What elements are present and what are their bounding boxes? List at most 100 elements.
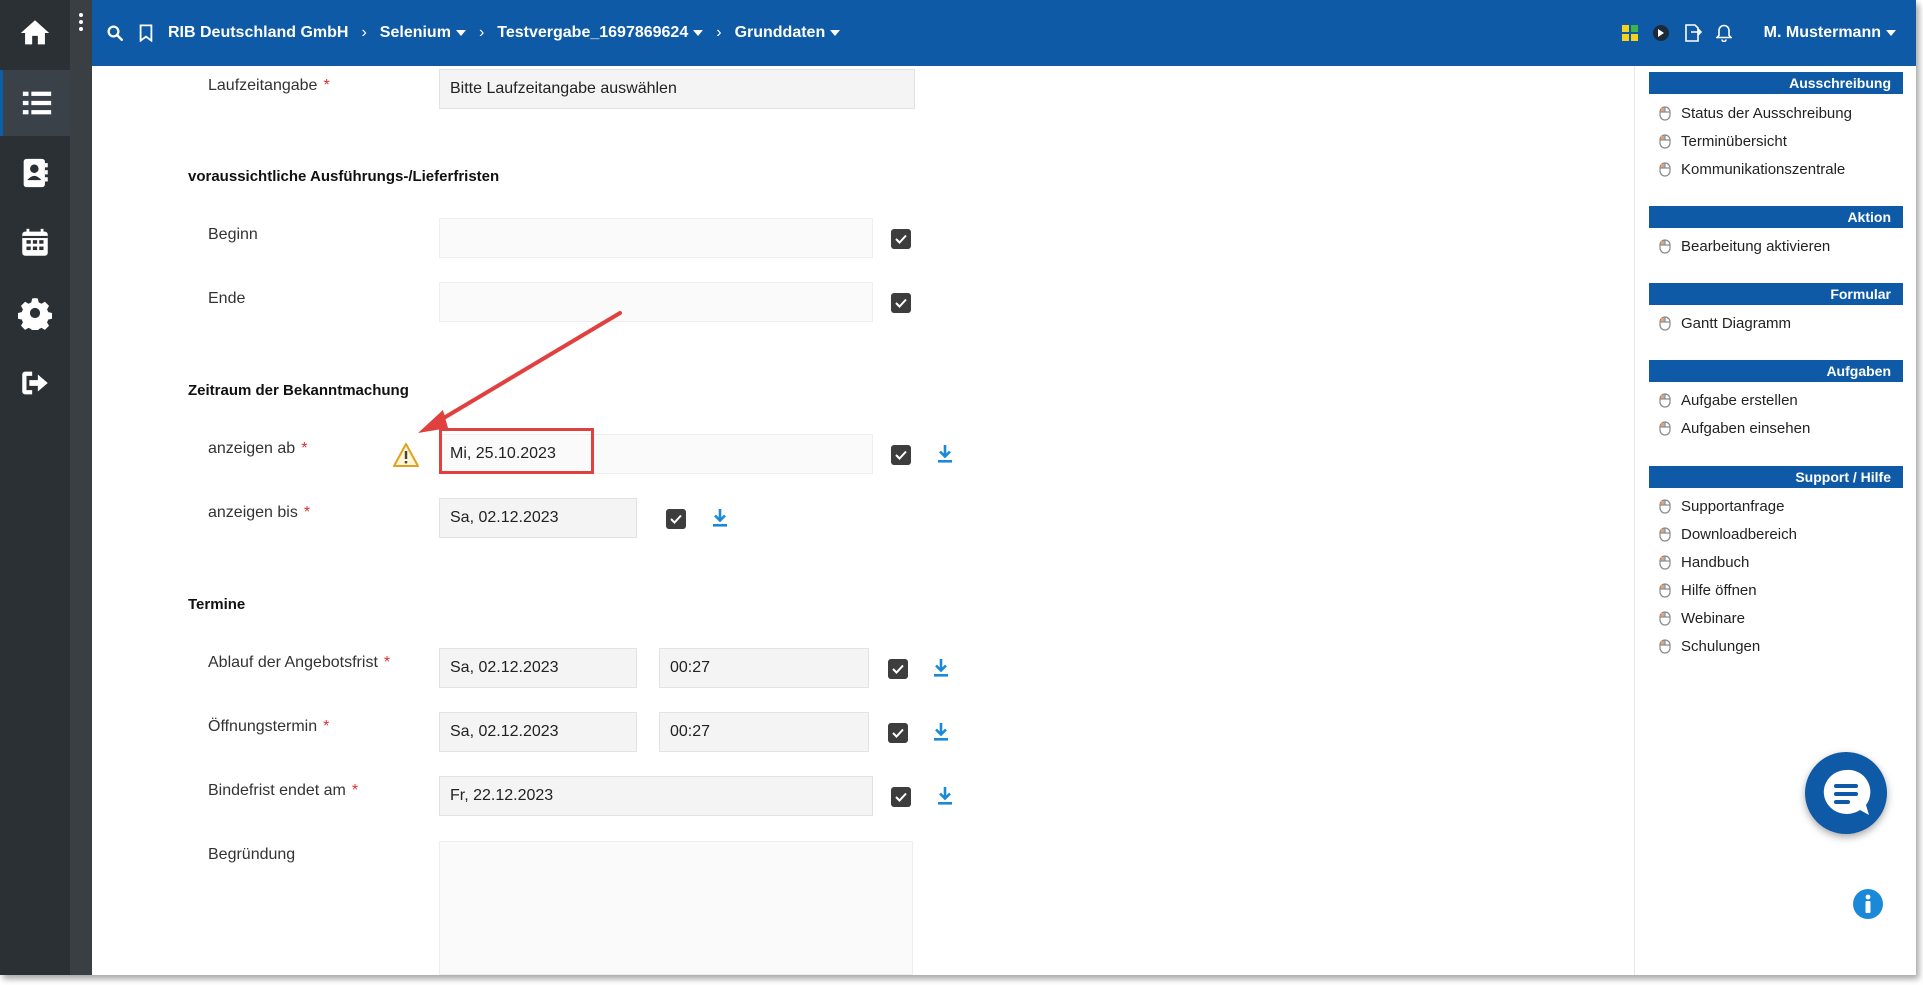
rpanel-item-supportanfrage[interactable]: Supportanfrage	[1659, 498, 1784, 515]
rpanel-item-handbuch[interactable]: Handbuch	[1659, 554, 1749, 571]
checkmark-icon	[895, 450, 907, 460]
chat-button[interactable]	[1805, 752, 1887, 834]
bell-icon[interactable]	[1715, 24, 1732, 42]
breadcrumb-chevron-icon: ›	[361, 24, 367, 41]
bindefrist-date-input[interactable]: Fr, 22.12.2023	[439, 776, 873, 816]
rpanel-item-bearbeitung[interactable]: Bearbeitung aktivieren	[1659, 238, 1830, 255]
list-icon	[22, 91, 51, 115]
beginn-checkbox[interactable]	[891, 229, 911, 249]
annotation-highlight-box	[439, 428, 594, 474]
begruendung-label: Begründung	[208, 846, 296, 863]
anzeigen-ab-label: anzeigen ab *	[208, 440, 308, 457]
mouse-icon	[1659, 527, 1671, 542]
download-icon[interactable]	[936, 444, 954, 464]
list-button[interactable]	[0, 70, 70, 136]
rpanel-item-downloadbereich[interactable]: Downloadbereich	[1659, 526, 1797, 543]
export-document-icon[interactable]	[1684, 24, 1702, 42]
ende-label: Ende	[208, 290, 246, 307]
breadcrumb-project-label: Selenium	[379, 24, 451, 41]
info-icon[interactable]	[1852, 888, 1884, 920]
bindefrist-label: Bindefrist endet am *	[208, 782, 359, 799]
logout-button[interactable]	[0, 350, 70, 416]
rpanel-section-aktion: Aktion	[1649, 206, 1903, 228]
rpanel-section-aufgaben: Aufgaben	[1649, 360, 1903, 382]
main-sidebar	[0, 0, 70, 975]
calendar-button[interactable]	[0, 210, 70, 276]
mouse-icon	[1659, 555, 1671, 570]
download-icon[interactable]	[711, 508, 729, 528]
rpanel-section-formular: Formular	[1649, 283, 1903, 305]
rpanel-item-schulungen[interactable]: Schulungen	[1659, 638, 1760, 655]
mouse-icon	[1659, 393, 1671, 408]
anzeigen-bis-date-input[interactable]: Sa, 02.12.2023	[439, 498, 637, 538]
ende-checkbox[interactable]	[891, 293, 911, 313]
contacts-icon	[23, 158, 48, 188]
checkmark-icon	[895, 298, 907, 308]
beginn-date-input[interactable]	[439, 218, 873, 258]
apps-grid-icon[interactable]	[1621, 25, 1638, 41]
rpanel-item-termine[interactable]: Terminübersicht	[1659, 133, 1787, 150]
kebab-menu-icon[interactable]	[77, 10, 85, 34]
logout-icon	[22, 371, 48, 395]
settings-button[interactable]	[0, 280, 70, 346]
sidebar-toggle-strip[interactable]	[70, 0, 92, 975]
contacts-button[interactable]	[0, 140, 70, 206]
chevron-down-icon	[830, 30, 841, 36]
bindefrist-checkbox[interactable]	[891, 787, 911, 807]
download-icon[interactable]	[936, 786, 954, 806]
begruendung-textarea[interactable]	[439, 841, 913, 975]
search-icon[interactable]	[106, 24, 124, 42]
checkmark-icon	[670, 514, 682, 524]
checkmark-icon	[892, 664, 904, 674]
rpanel-item-gantt[interactable]: Gantt Diagramm	[1659, 315, 1791, 332]
angebotsfrist-checkbox[interactable]	[888, 659, 908, 679]
breadcrumb-page-label: Grunddaten	[734, 24, 826, 41]
breadcrumb-project[interactable]: Selenium	[380, 24, 466, 42]
rpanel-item-aufgabe-erstellen[interactable]: Aufgabe erstellen	[1659, 392, 1798, 409]
oeffnung-label: Öffnungstermin *	[208, 718, 330, 735]
oeffnung-time-input[interactable]: 00:27	[659, 712, 869, 752]
module-switch-icon[interactable]	[1652, 24, 1670, 42]
form-content: Laufzeitangabe * Bitte Laufzeitangabe aus…	[92, 66, 1612, 975]
anzeigen-ab-checkbox[interactable]	[891, 445, 911, 465]
rpanel-item-status[interactable]: Status der Ausschreibung	[1659, 105, 1852, 122]
user-menu[interactable]: M. Mustermann	[1764, 24, 1896, 42]
oeffnung-date-input[interactable]: Sa, 02.12.2023	[439, 712, 637, 752]
angebotsfrist-date-input[interactable]: Sa, 02.12.2023	[439, 648, 637, 688]
right-action-panel: Ausschreibung Status der Ausschreibung T…	[1634, 66, 1916, 975]
mouse-icon	[1659, 611, 1671, 626]
mouse-icon	[1659, 583, 1671, 598]
download-icon[interactable]	[932, 722, 950, 742]
breadcrumb-chevron-icon: ›	[478, 24, 485, 41]
mouse-icon	[1659, 162, 1671, 177]
mouse-icon	[1659, 639, 1671, 654]
rpanel-section-ausschreibung: Ausschreibung	[1649, 72, 1903, 94]
chevron-down-icon	[1886, 30, 1896, 36]
oeffnung-checkbox[interactable]	[888, 723, 908, 743]
angebotsfrist-time-input[interactable]: 00:27	[659, 648, 869, 688]
anzeigen-bis-checkbox[interactable]	[666, 509, 686, 529]
rpanel-item-aufgaben-einsehen[interactable]: Aufgaben einsehen	[1659, 420, 1810, 437]
section-bekanntmachung-title: Zeitraum der Bekanntmachung	[188, 382, 409, 399]
anzeigen-bis-label: anzeigen bis *	[208, 504, 311, 521]
checkmark-icon	[895, 792, 907, 802]
top-bar-actions: M. Mustermann	[1621, 0, 1896, 66]
top-bar: RIB Deutschland GmbH › Selenium › Testve…	[92, 0, 1916, 66]
chevron-down-icon	[693, 30, 704, 36]
mouse-icon	[1659, 499, 1671, 514]
rpanel-item-webinare[interactable]: Webinare	[1659, 610, 1745, 627]
rpanel-item-kommunikation[interactable]: Kommunikationszentrale	[1659, 161, 1845, 178]
laufzeit-select[interactable]: Bitte Laufzeitangabe auswählen	[439, 69, 915, 109]
laufzeit-label: Laufzeitangabe *	[208, 77, 330, 94]
home-button[interactable]	[0, 0, 70, 66]
breadcrumb-tender[interactable]: Testvergabe_1697869624	[497, 24, 704, 42]
bookmark-icon[interactable]	[138, 24, 154, 42]
mouse-icon	[1659, 421, 1671, 436]
breadcrumb-page[interactable]: Grunddaten	[735, 24, 841, 42]
ende-date-input[interactable]	[439, 282, 873, 322]
beginn-label: Beginn	[208, 226, 258, 243]
home-icon	[20, 20, 50, 45]
rpanel-item-hilfe[interactable]: Hilfe öffnen	[1659, 582, 1757, 599]
download-icon[interactable]	[932, 658, 950, 678]
breadcrumb-company[interactable]: RIB Deutschland GmbH	[168, 24, 348, 42]
